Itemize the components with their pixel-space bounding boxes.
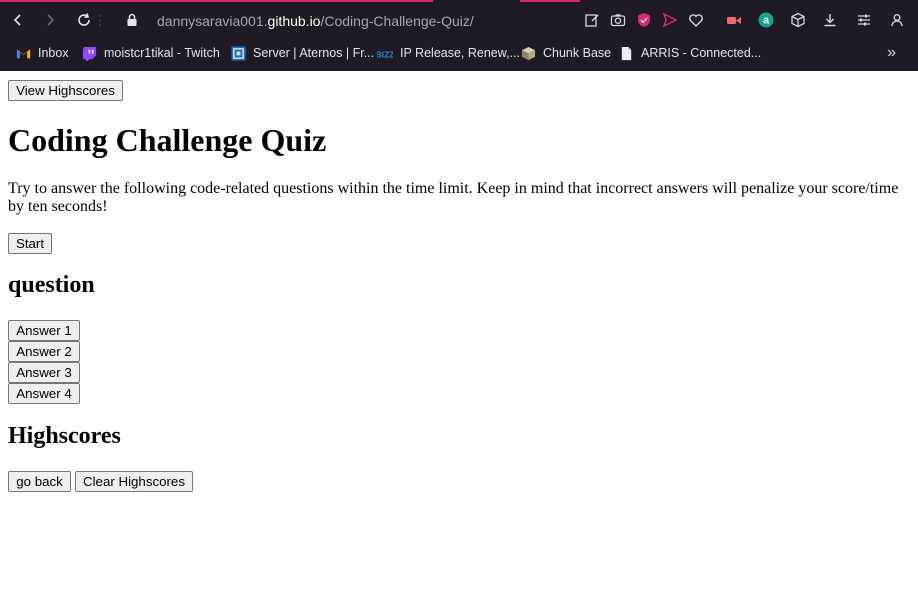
extension-video-icon[interactable] — [722, 8, 746, 32]
lock-icon[interactable] — [120, 8, 144, 32]
url-path: /Coding-Challenge-Quiz/ — [320, 13, 474, 29]
aternos-icon — [230, 45, 246, 61]
back-arrow-icon[interactable] — [6, 8, 30, 32]
url-subdomain: dannysaravia001. — [157, 13, 268, 29]
bookmark-chunk-base[interactable]: Chunk Base — [520, 44, 611, 62]
menu-sliders-icon[interactable] — [852, 8, 876, 32]
quiz-instructions: Try to answer the following code-related… — [8, 180, 899, 215]
bookmark-label: Server | Aternos | Fr... — [253, 46, 375, 60]
bookmark-label: IP Release, Renew,... — [400, 46, 520, 60]
page-title: Coding Challenge Quiz — [8, 122, 327, 158]
bookmark-aternos[interactable]: Server | Aternos | Fr... — [230, 44, 374, 62]
clear-highscores-button[interactable]: Clear Highscores — [75, 471, 193, 492]
svg-text:BIZZ: BIZZ — [377, 49, 393, 59]
extension-a-icon[interactable]: a — [754, 8, 778, 32]
url-host: github.io — [267, 13, 321, 29]
bookmark-label: ARRIS - Connected... — [641, 46, 762, 60]
bookmark-arris[interactable]: ARRIS - Connected... — [618, 44, 761, 62]
bookmark-ip-release[interactable]: BIZZ IP Release, Renew,... — [377, 44, 520, 62]
chunkbase-icon — [520, 45, 536, 61]
start-button[interactable]: Start — [8, 233, 52, 254]
toolbar-separator: ⋮ — [93, 11, 107, 28]
address-bar[interactable]: dannysaravia001.github.io/Coding-Challen… — [157, 13, 474, 29]
svg-text:a: a — [763, 15, 770, 27]
send-icon[interactable] — [658, 8, 682, 32]
page-content: View Highscores Coding Challenge Quiz Tr… — [0, 71, 918, 592]
bookmark-label: Inbox — [38, 46, 69, 60]
bookmark-inbox[interactable]: Inbox — [15, 44, 69, 62]
edit-page-icon[interactable] — [580, 8, 604, 32]
forward-arrow-icon[interactable] — [38, 8, 62, 32]
answer-3-button[interactable]: Answer 3 — [8, 362, 80, 383]
chevron-double-right-icon[interactable]: » — [887, 44, 896, 62]
shield-icon[interactable] — [632, 8, 656, 32]
answer-2-button[interactable]: Answer 2 — [8, 341, 80, 362]
document-icon — [618, 45, 634, 61]
question-heading: question — [8, 272, 95, 298]
page-load-indicator-segment — [520, 0, 580, 2]
gmail-icon — [15, 45, 31, 61]
heart-icon[interactable] — [684, 8, 708, 32]
camera-icon[interactable] — [606, 8, 630, 32]
answer-1-button[interactable]: Answer 1 — [8, 320, 80, 341]
page-load-indicator — [0, 0, 433, 2]
profile-icon[interactable] — [885, 8, 909, 32]
highscores-heading: Highscores — [8, 423, 121, 449]
blizzard-icon: BIZZ — [377, 45, 393, 61]
bookmark-label: Chunk Base — [543, 46, 612, 60]
bookmarks-bar: Inbox moistcr1tikal - Twitch Server | At… — [0, 40, 918, 66]
go-back-button[interactable]: go back — [8, 471, 71, 492]
browser-toolbar: ⋮ dannysaravia001.github.io/Coding-Chall… — [0, 4, 918, 36]
bookmark-twitch[interactable]: moistcr1tikal - Twitch — [81, 44, 220, 62]
browser-chrome: ⋮ dannysaravia001.github.io/Coding-Chall… — [0, 0, 918, 71]
cube-icon[interactable] — [786, 8, 810, 32]
download-icon[interactable] — [818, 8, 842, 32]
view-highscores-button[interactable]: View Highscores — [8, 80, 123, 101]
answer-4-button[interactable]: Answer 4 — [8, 383, 80, 404]
twitch-icon — [81, 45, 97, 61]
bookmark-label: moistcr1tikal - Twitch — [104, 46, 220, 60]
